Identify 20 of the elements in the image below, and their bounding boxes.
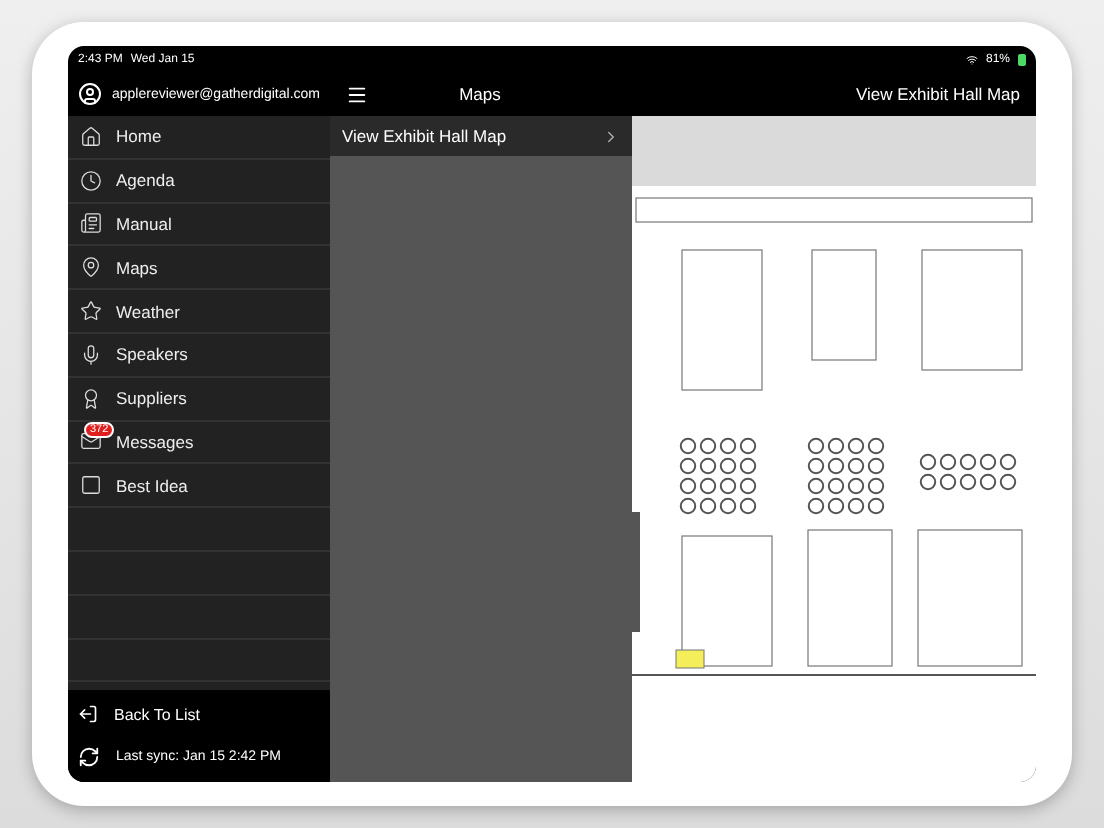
back-to-list-link[interactable]: Back To List [78, 704, 320, 725]
ribbon-icon [80, 387, 102, 410]
chevron-icon [602, 127, 620, 145]
home-icon [80, 125, 102, 148]
exit-icon [78, 704, 98, 725]
user-icon [78, 82, 102, 106]
map-pin-icon [80, 256, 102, 279]
wifi-icon [965, 53, 978, 65]
square-icon [80, 474, 102, 497]
microphone-icon [80, 343, 102, 366]
menu-icon[interactable] [346, 83, 368, 105]
star-icon [80, 300, 102, 323]
envelope-icon [80, 430, 102, 453]
clock-icon [80, 169, 102, 192]
newspaper-icon [80, 212, 102, 235]
sync-icon [78, 745, 100, 768]
nav-title: Maps [457, 84, 503, 104]
detail-title: View Exhibit Hall Map [855, 84, 1020, 104]
map-list-item[interactable]: View Exhibit Hall Map [330, 116, 632, 156]
battery-icon [1018, 53, 1026, 65]
